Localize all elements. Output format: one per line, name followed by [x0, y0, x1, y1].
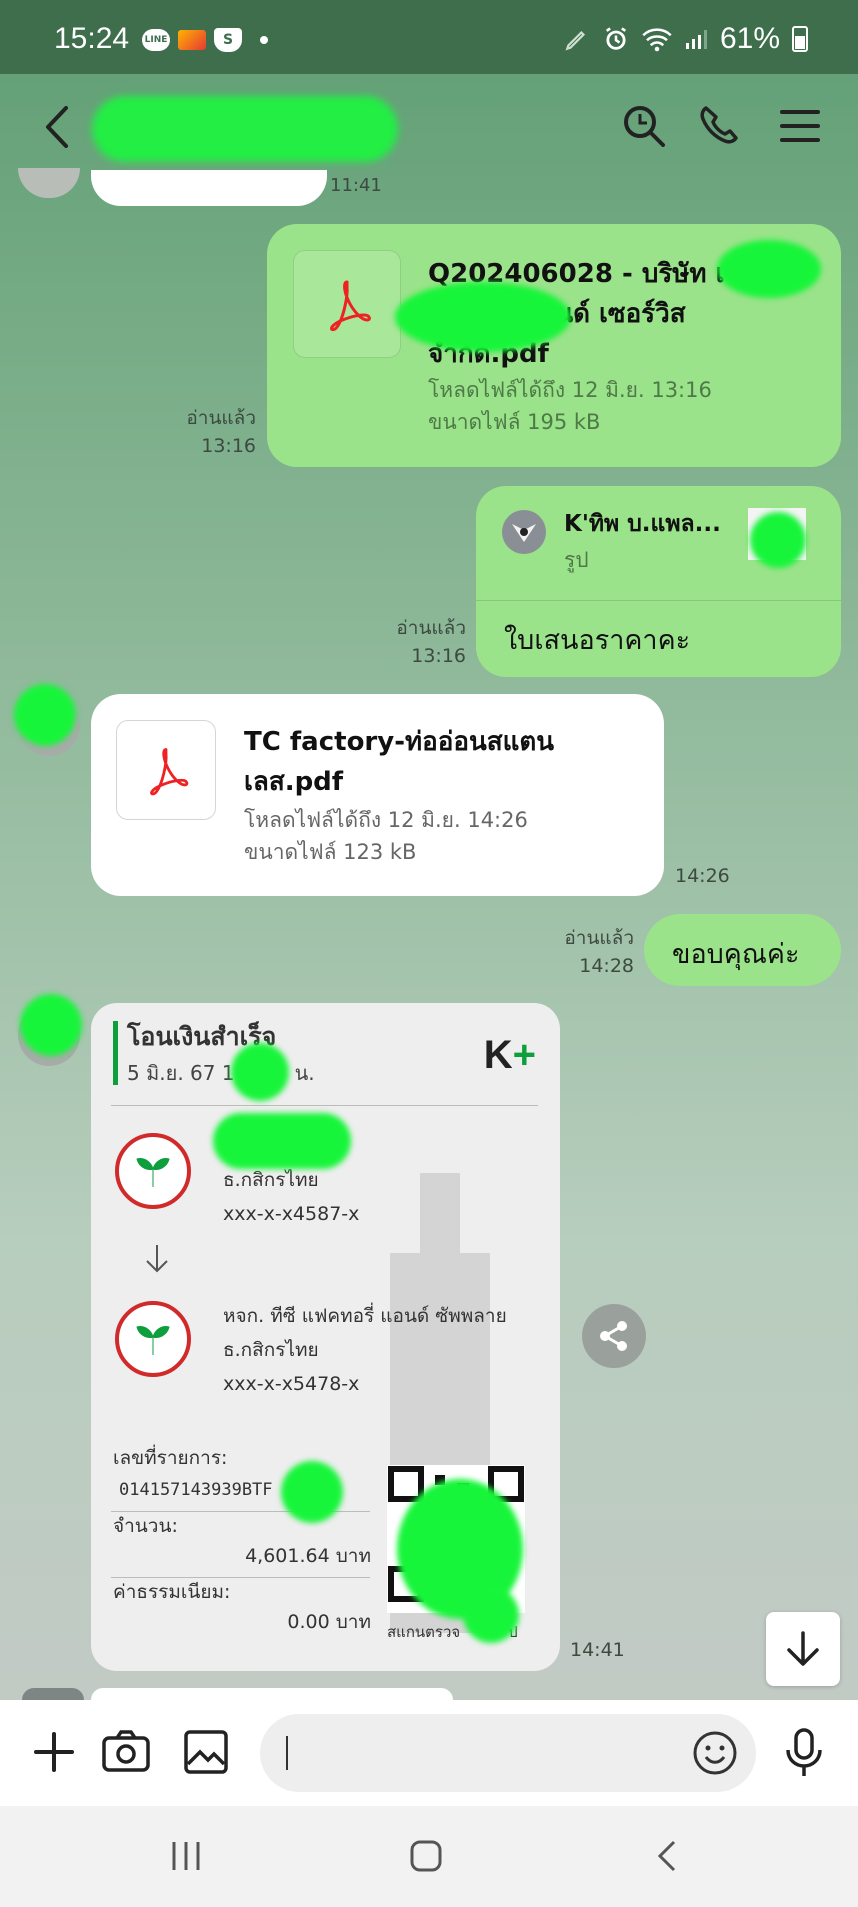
alarm-icon: [605, 27, 626, 50]
chat-header: [0, 74, 858, 184]
message-time: 14:41: [570, 1639, 625, 1661]
avatar[interactable]: [22, 1688, 84, 1700]
camera-icon[interactable]: [98, 1724, 154, 1780]
redaction-blob: [463, 1587, 519, 1643]
wifi-icon: [642, 28, 672, 52]
message-time: 14:26: [675, 865, 730, 887]
pdf-icon: [330, 280, 371, 332]
title-accent-bar: [113, 1021, 118, 1085]
notification-icons: LINE S: [142, 28, 268, 52]
redaction-blob: [717, 240, 821, 298]
recents-icon[interactable]: [166, 1836, 206, 1876]
redaction-blob: [750, 512, 806, 568]
pdf-thumbnail[interactable]: [116, 720, 216, 820]
share-icon: [600, 1321, 627, 1351]
to-bank: ธ.กสิกรไทย: [223, 1339, 319, 1361]
battery-percent: 61%: [719, 22, 780, 55]
message-text: ขอบคุณค่ะ: [672, 939, 800, 970]
file-expiry: โหลดไฟล์ได้ถึง 12 มิ.ย. 13:16: [428, 378, 712, 402]
amount-value: 4,601.64 บาท: [245, 1545, 371, 1567]
scroll-to-bottom-button[interactable]: [766, 1612, 840, 1686]
emoji-icon[interactable]: [692, 1730, 738, 1776]
text-message-bubble[interactable]: ขอบคุณค่ะ: [644, 914, 841, 986]
kplus-logo: K+: [483, 1033, 536, 1077]
file-size: ขนาดไฟล์ 195 kB: [428, 410, 601, 434]
partial-message-bubble[interactable]: [91, 170, 327, 206]
system-nav-bar: [0, 1806, 858, 1907]
scroll-down-icon: [787, 1631, 819, 1666]
phone-icon[interactable]: [694, 100, 746, 152]
reply-message-bubble[interactable]: K'ทิพ บ.แพล... รูป ใบเสนอราคาคะ: [476, 486, 841, 677]
back-icon[interactable]: [38, 102, 78, 152]
redaction-blob: [14, 684, 76, 746]
pdf-icon: [150, 748, 189, 796]
pdf-thumbnail[interactable]: [293, 250, 401, 358]
kbank-logo-icon: [115, 1133, 191, 1209]
status-bar: 15:24 LINE S 61%: [0, 0, 858, 74]
mic-icon[interactable]: [776, 1724, 832, 1780]
reply-avatar: [502, 510, 546, 554]
ref-value: 014157143939BTF: [119, 1480, 273, 1500]
file-expiry: โหลดไฟล์ได้ถึง 12 มิ.ย. 14:26: [244, 808, 528, 832]
redaction-blob: [213, 1113, 351, 1169]
partial-message-time: 11:41: [330, 175, 382, 196]
plus-icon[interactable]: [26, 1724, 82, 1780]
line-notification-icon: LINE: [142, 29, 170, 51]
shield-notification-icon: S: [214, 28, 242, 52]
text-caret: [286, 1736, 288, 1770]
back-nav-icon[interactable]: [648, 1836, 688, 1876]
partial-message-bubble[interactable]: [91, 1688, 453, 1700]
arrow-down-icon: [146, 1245, 168, 1273]
message-input-bar: [0, 1700, 858, 1806]
contact-name-redacted[interactable]: [92, 96, 398, 162]
reply-divider: [476, 600, 841, 601]
battery-icon: [792, 26, 808, 52]
kbank-logo-icon: [115, 1301, 191, 1377]
amount-label: จำนวน:: [113, 1515, 178, 1537]
system-status: 61%: [564, 22, 808, 56]
avatar[interactable]: [18, 168, 80, 198]
redaction-blob: [20, 994, 82, 1056]
status-time: 15:24: [54, 22, 130, 55]
image-icon[interactable]: [178, 1724, 234, 1780]
message-text: ใบเสนอราคาคะ: [504, 625, 691, 656]
file-message-bubble[interactable]: Q202406028 - บริษัท เ ยริ่ง แอนด์ เซอร์ว…: [267, 224, 841, 467]
avatar-image-icon: [512, 524, 536, 542]
message-read-status: อ่านแล้ว 13:16: [396, 617, 466, 667]
redaction-blob: [395, 282, 571, 352]
file-size: ขนาดไฟล์ 123 kB: [244, 840, 417, 864]
pen-icon: [565, 30, 585, 51]
from-account: xxx-x-x4587-x: [223, 1203, 360, 1225]
reply-kind: รูป: [564, 548, 589, 572]
divider: [111, 1105, 538, 1106]
signal-icon: [685, 30, 707, 49]
more-notifications-icon: [260, 36, 268, 44]
reply-sender-name: K'ทิพ บ.แพล...: [564, 511, 721, 537]
message-read-status: อ่านแล้ว 13:16: [186, 407, 256, 457]
share-button[interactable]: [582, 1304, 646, 1368]
receipt-image[interactable]: โอนเงินสำเร็จ 5 มิ.ย. 67 1 น. K+ ธ.กสิกรไ…: [91, 1003, 560, 1671]
search-icon[interactable]: [618, 100, 670, 152]
file-message-bubble[interactable]: TC factory-ท่ออ่อนสแตน เลส.pdf โหลดไฟล์ไ…: [91, 694, 664, 896]
home-icon[interactable]: [406, 1836, 446, 1876]
file-name: TC factory-ท่ออ่อนสแตน เลส.pdf: [244, 727, 555, 797]
app-notification-icon: [178, 30, 206, 50]
fee-label: ค่าธรรมเนียม:: [113, 1581, 231, 1603]
to-name: หจก. ทีซี แฟคทอรี่ แอนด์ ซัพพลาย: [223, 1305, 507, 1327]
menu-icon[interactable]: [774, 100, 826, 152]
redaction-blob: [281, 1461, 343, 1523]
message-read-status: อ่านแล้ว 14:28: [564, 927, 634, 977]
ref-label: เลขที่รายการ:: [113, 1447, 228, 1469]
redaction-blob: [231, 1043, 289, 1101]
message-input[interactable]: [260, 1714, 756, 1792]
to-account: xxx-x-x5478-x: [223, 1373, 360, 1395]
fee-value: 0.00 บาท: [287, 1611, 371, 1633]
